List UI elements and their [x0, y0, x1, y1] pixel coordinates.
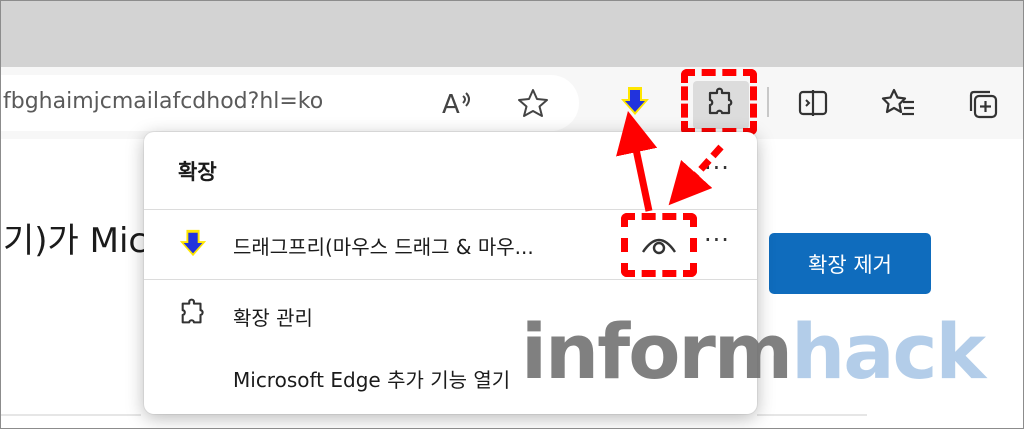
watermark-part1: inform — [521, 307, 793, 396]
screenshot-frame: fbghaimjcmailafcdhod?hl=ko A 기)가 Mic 확장 … — [0, 0, 1024, 429]
watermark: informhack — [521, 307, 986, 396]
watermark-part2: hack — [791, 307, 986, 396]
